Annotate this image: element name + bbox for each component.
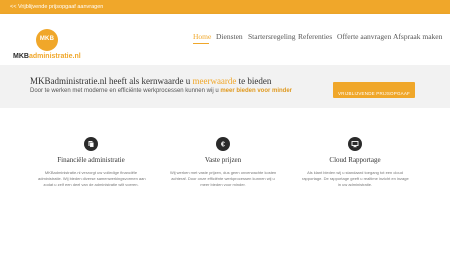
headline-accent: meerwaarde [192,76,237,86]
nav-startersregeling[interactable]: Startersregeling [248,32,295,42]
document-icon [84,137,98,151]
logo-wordmark-primary: MKB [13,53,29,60]
quote-request-link[interactable]: << Vrijblijvende prijsopgaaf aanvragen [10,3,103,11]
headline-part-1: MKBadministratie.nl heeft als kernwaarde… [30,76,193,86]
feature-title-cloud-rapportage: Cloud Rapportage [329,156,381,164]
nav-referenties[interactable]: Referenties [298,32,332,42]
feature-desc-financiele-administratie: MKBadministratie.nl verzorgt uw volledig… [38,170,146,188]
feature-desc-cloud-rapportage: Als klant bieden wij u standaard toegang… [302,170,409,188]
logo-wordmark-secondary: administratie.nl [28,53,81,60]
intro-subline: Door te werken met moderne en efficiënte… [30,88,292,94]
site-header: MKB MKBadministratie.nl Home Diensten St… [0,14,450,65]
desc-line: meer bieden voor minder. [200,182,246,187]
quote-request-button[interactable]: VRIJBLIJVENDE PRIJSOPGAAF [333,82,415,98]
headline-part-2: te bieden [236,76,272,86]
desc-line: in uw administratie. [337,182,373,187]
top-bar: << Vrijblijvende prijsopgaaf aanvragen [0,0,450,14]
intro-headline: MKBadministratie.nl heeft als kernwaarde… [30,76,271,86]
nav-diensten[interactable]: Diensten [216,32,243,42]
feature-title-financiele-administratie: Financiële administratie [57,156,125,164]
euro-icon: € [216,137,230,151]
logo-wordmark[interactable]: MKBadministratie.nl [13,53,81,60]
subline-accent: meer bieden voor minder [220,88,293,94]
feature-desc-vaste-prijzen: Wij werken met vaste prijzen, dus geen o… [170,170,276,188]
quote-request-button-label: VRIJBLIJVENDE PRIJSOPGAAF [337,91,411,96]
nav-afspraak-maken[interactable]: Afspraak maken [393,32,442,42]
feature-title-vaste-prijzen: Vaste prijzen [204,156,242,164]
nav-active-indicator [193,43,209,44]
svg-text:€: € [221,142,225,149]
logo-badge[interactable]: MKB [36,29,58,51]
nav-home[interactable]: Home [193,32,211,42]
logo-badge-text: MKB [39,36,55,42]
nav-offerte-aanvragen[interactable]: Offerte aanvragen [337,32,391,42]
monitor-icon [348,137,362,151]
desc-line: zodat u zelf een deel van de administrat… [43,182,139,187]
subline-part-1: Door te werken met moderne en efficiënte… [30,88,221,94]
